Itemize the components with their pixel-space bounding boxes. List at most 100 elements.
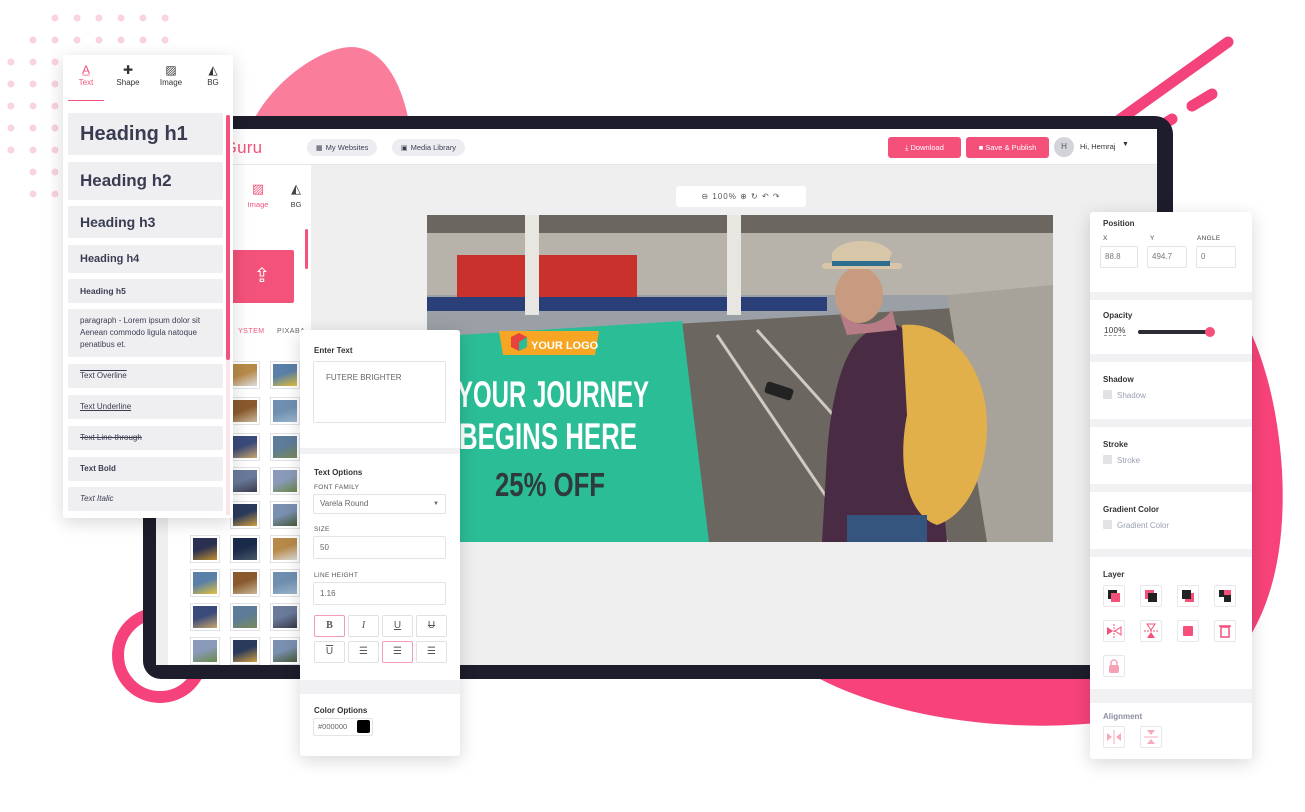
strikethrough-button[interactable]: U <box>416 615 447 637</box>
image-thumbnail[interactable] <box>190 535 220 563</box>
stroke-checkbox[interactable]: Stroke <box>1103 455 1140 465</box>
source-tab-system[interactable]: YSTEM <box>238 328 265 335</box>
image-thumbnail[interactable] <box>270 467 300 495</box>
image-thumbnail[interactable] <box>270 569 300 597</box>
image-thumbnail[interactable] <box>230 535 260 563</box>
banner-offer[interactable]: 25% OFF <box>495 466 605 503</box>
inner-tab-bg[interactable]: ◭ BG <box>276 181 316 209</box>
duplicate-button[interactable] <box>1177 620 1199 642</box>
tab-bg[interactable]: ◭ BG <box>195 63 231 87</box>
refresh-icon[interactable]: ↻ <box>751 192 759 201</box>
align-center-button[interactable]: ☰ <box>382 641 413 663</box>
image-thumbnail[interactable] <box>190 637 220 665</box>
redo-icon[interactable]: ↷ <box>773 192 781 201</box>
image-thumbnail[interactable] <box>230 501 260 529</box>
image-thumbnail[interactable] <box>270 535 300 563</box>
image-thumbnail[interactable] <box>230 603 260 631</box>
lock-button[interactable] <box>1103 655 1125 677</box>
text-underline-item[interactable]: Text Underline <box>68 395 223 419</box>
send-backward-button[interactable] <box>1177 585 1199 607</box>
enter-text-section: Enter Text FUTERE BRIGHTER <box>300 330 460 448</box>
color-swatch[interactable] <box>357 720 370 733</box>
line-height-input[interactable]: 1.16 <box>313 582 446 605</box>
align-left-button[interactable]: ☰ <box>348 641 379 663</box>
scroll-thumb[interactable] <box>226 115 230 360</box>
download-button[interactable]: ⤓ Download <box>888 137 961 158</box>
upload-button[interactable]: ⇪ <box>230 250 294 303</box>
user-greeting[interactable]: Hi, Hemraj <box>1080 142 1115 151</box>
image-thumbnail[interactable] <box>270 501 300 529</box>
bring-forward-button[interactable] <box>1140 585 1162 607</box>
design-canvas[interactable]: YOUR LOGO YOUR JOURNEY BEGINS HERE 25% O… <box>427 215 1053 542</box>
inner-tab-image[interactable]: ▨ Image <box>238 181 278 209</box>
x-input[interactable]: 88.8 <box>1100 246 1138 268</box>
image-thumbnail[interactable] <box>270 637 300 665</box>
image-thumbnail[interactable] <box>230 569 260 597</box>
x-label: X <box>1103 235 1108 242</box>
image-thumbnail[interactable] <box>230 433 260 461</box>
size-input[interactable]: 50 <box>313 536 446 559</box>
gradient-checkbox[interactable]: Gradient Color <box>1103 520 1169 530</box>
tab-shape[interactable]: ✚ Shape <box>110 63 146 87</box>
banner-line-2[interactable]: BEGINS HERE <box>459 416 637 457</box>
text-linethrough-item[interactable]: Text Line-through <box>68 426 223 450</box>
delete-button[interactable] <box>1214 620 1236 642</box>
text-panel-scrollbar[interactable] <box>226 115 230 515</box>
overline-button[interactable]: U <box>314 641 345 663</box>
banner-line-1[interactable]: YOUR JOURNEY <box>457 374 649 415</box>
zoom-in-icon[interactable]: ⊕ <box>740 192 748 201</box>
heading-h5-item[interactable]: Heading h5 <box>68 279 223 303</box>
angle-input[interactable]: 0 <box>1196 246 1236 268</box>
image-thumbnail[interactable] <box>270 397 300 425</box>
text-bold-item[interactable]: Text Bold <box>68 457 223 481</box>
save-publish-button[interactable]: ■ Save & Publish <box>966 137 1049 158</box>
align-right-button[interactable]: ☰ <box>416 641 447 663</box>
flip-vertical-button[interactable] <box>1140 620 1162 642</box>
image-thumbnail[interactable] <box>190 569 220 597</box>
zoom-toolbar: ⊖ 100% ⊕ ↻ ↶ ↷ <box>676 186 806 207</box>
enter-text-textarea[interactable]: FUTERE BRIGHTER <box>313 361 446 423</box>
my-websites-button[interactable]: ▦ My Websites <box>307 139 378 156</box>
thumbnail-image <box>233 470 257 492</box>
bring-to-front-button[interactable] <box>1103 585 1125 607</box>
tab-text[interactable]: A̲ Text <box>68 63 104 101</box>
caret-down-icon[interactable]: ▼ <box>1122 141 1129 148</box>
marketing-stage: aGuru ▦ My Websites ▣ Media Library ⤓ Down… <box>0 0 1305 812</box>
zoom-out-icon[interactable]: ⊖ <box>701 192 709 201</box>
heading-h1-item[interactable]: Heading h1 <box>68 113 223 155</box>
opacity-slider-handle[interactable] <box>1205 327 1215 337</box>
image-thumbnail[interactable] <box>270 433 300 461</box>
grid-icon: ▦ <box>316 145 323 152</box>
align-horizontal-button[interactable] <box>1103 726 1125 748</box>
image-thumbnail[interactable] <box>270 603 300 631</box>
paragraph-item[interactable]: paragraph - Lorem ipsum dolor sit Aenean… <box>68 309 223 357</box>
shadow-checkbox[interactable]: Shadow <box>1103 390 1146 400</box>
opacity-value[interactable]: 100% <box>1104 326 1126 336</box>
text-italic-item[interactable]: Text Italic <box>68 487 223 511</box>
undo-icon[interactable]: ↶ <box>762 192 770 201</box>
heading-h4-item[interactable]: Heading h4 <box>68 245 223 273</box>
send-to-back-button[interactable] <box>1214 585 1236 607</box>
heading-h3-item[interactable]: Heading h3 <box>68 206 223 238</box>
underline-button[interactable]: U <box>382 615 413 637</box>
tab-image[interactable]: ▨ Image <box>153 63 189 87</box>
image-thumbnail[interactable] <box>230 397 260 425</box>
duplicate-icon <box>1183 626 1193 636</box>
italic-button[interactable]: I <box>348 615 379 637</box>
heading-h2-item[interactable]: Heading h2 <box>68 162 223 200</box>
avatar[interactable]: H <box>1054 137 1074 157</box>
image-thumbnail[interactable] <box>230 467 260 495</box>
bold-button[interactable]: B <box>314 615 345 637</box>
y-input[interactable]: 494.7 <box>1147 246 1187 268</box>
image-thumbnail[interactable] <box>230 361 260 389</box>
inner-scrollbar[interactable] <box>305 229 308 269</box>
align-vertical-button[interactable] <box>1140 726 1162 748</box>
image-thumbnail[interactable] <box>190 603 220 631</box>
flip-horizontal-button[interactable] <box>1103 620 1125 642</box>
image-thumbnail[interactable] <box>230 637 260 665</box>
image-thumbnail[interactable] <box>270 361 300 389</box>
opacity-slider[interactable] <box>1138 327 1215 337</box>
media-library-button[interactable]: ▣ Media Library <box>392 139 466 156</box>
text-overline-item[interactable]: Text Overline <box>68 364 223 388</box>
font-family-select[interactable]: Varela Round ▼ <box>313 494 446 514</box>
